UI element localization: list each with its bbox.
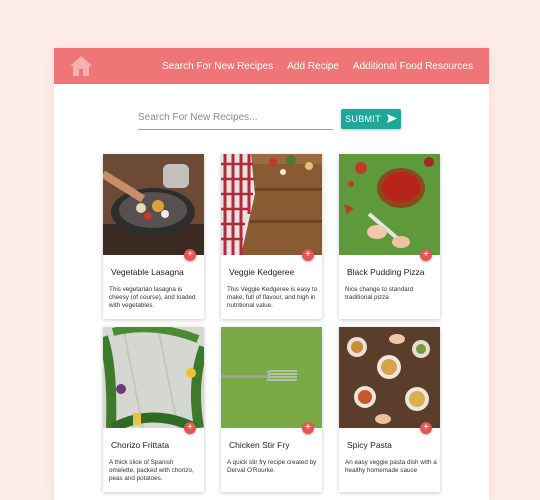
recipe-description: This Veggie Kedgeree is easy to make, fu… [227, 286, 318, 310]
nav-link-add-recipe[interactable]: Add Recipe [287, 61, 339, 72]
recipe-image-pasta [339, 327, 440, 428]
recipe-title: Chicken Stir Fry [229, 440, 290, 450]
add-recipe-button[interactable]: + [302, 249, 314, 261]
recipe-image-pizza [339, 154, 440, 255]
recipe-title: Spicy Pasta [347, 440, 392, 450]
recipe-image-lasagna [103, 154, 204, 255]
search-bar: SUBMIT [138, 106, 438, 136]
recipe-description: A thick slice of Spanish omelette, packe… [109, 459, 194, 483]
nav-link-search-recipes[interactable]: Search For New Recipes [162, 61, 273, 72]
recipe-description: Nice change to standard traditional pizz… [345, 286, 414, 302]
submit-label: SUBMIT [345, 114, 381, 124]
recipe-card[interactable]: + Chicken Stir Fry A quick stir fry reci… [221, 327, 322, 492]
send-icon [386, 113, 397, 125]
recipe-description: A quick stir fry recipe created by Derva… [227, 459, 317, 475]
app-window: Search For New Recipes Add Recipe Additi… [54, 48, 489, 500]
add-recipe-button[interactable]: + [420, 249, 432, 261]
recipe-image-frittata [103, 327, 204, 428]
recipe-title: Chorizo Frittata [111, 440, 170, 450]
add-recipe-button[interactable]: + [184, 422, 196, 434]
recipe-card[interactable]: + Spicy Pasta An easy veggie pasta dish … [339, 327, 440, 492]
home-icon[interactable] [69, 55, 93, 77]
recipe-card[interactable]: + Black Pudding Pizza Nice change to sta… [339, 154, 440, 319]
add-recipe-button[interactable]: + [302, 422, 314, 434]
recipe-card[interactable]: + Chorizo Frittata A thick slice of Span… [103, 327, 204, 492]
recipe-image-stir-fry [221, 327, 322, 428]
nav-link-food-resources[interactable]: Additional Food Resources [353, 61, 473, 72]
recipe-description: This vegetarian lasagna is cheesy (of co… [109, 286, 196, 310]
nav-links: Search For New Recipes Add Recipe Additi… [162, 48, 473, 84]
submit-button[interactable]: SUBMIT [341, 109, 401, 129]
add-recipe-button[interactable]: + [184, 249, 196, 261]
search-input[interactable] [138, 106, 333, 130]
recipe-image-kedgeree [221, 154, 322, 255]
recipe-title: Veggie Kedgeree [229, 267, 295, 277]
recipe-card[interactable]: + Vegetable Lasagna This vegetarian lasa… [103, 154, 204, 319]
recipe-title: Black Pudding Pizza [347, 267, 425, 277]
navbar: Search For New Recipes Add Recipe Additi… [54, 48, 489, 84]
add-recipe-button[interactable]: + [420, 422, 432, 434]
recipe-title: Vegetable Lasagna [111, 267, 184, 277]
recipe-description: An easy veggie pasta dish with a healthy… [345, 459, 437, 475]
recipe-card[interactable]: + Veggie Kedgeree This Veggie Kedgeree i… [221, 154, 322, 319]
